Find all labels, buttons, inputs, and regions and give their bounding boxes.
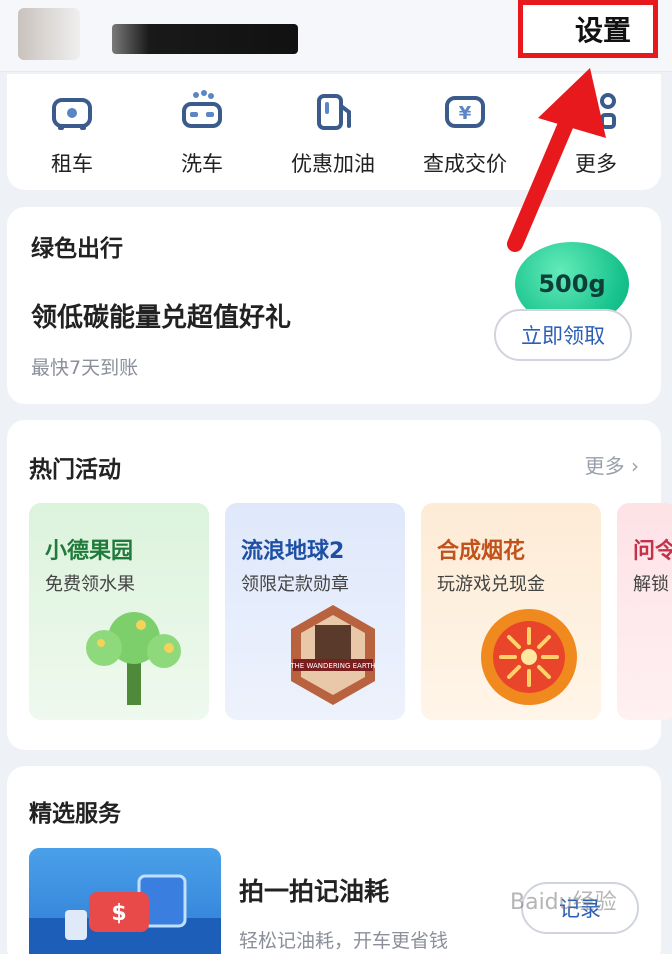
- quick-item-more[interactable]: 更多: [541, 88, 651, 178]
- green-travel-card[interactable]: 绿色出行 领低碳能量兑超值好礼 最快7天到账 500g 立即领取: [7, 207, 661, 404]
- activity-card-fireworks[interactable]: 合成烟花 玩游戏兑现金: [421, 503, 601, 720]
- activity-subtitle: 解锁: [633, 574, 669, 595]
- fuel-record-illustration-icon: $: [29, 874, 221, 954]
- fruit-tree-icon: [86, 612, 181, 705]
- quick-item-label: 查成交价: [423, 152, 507, 176]
- watermark: Baidu经验: [510, 890, 617, 915]
- username-redacted: [112, 24, 298, 54]
- car-wash-icon: [182, 90, 222, 128]
- header-bar: 设置: [0, 0, 672, 72]
- activity-card-partial[interactable]: 问令 解锁: [617, 503, 672, 720]
- service-title: 拍一拍记油耗: [239, 877, 390, 906]
- hot-activities-more-link[interactable]: 更多 ›: [585, 450, 639, 479]
- quick-item-label: 租车: [51, 152, 93, 176]
- activity-card-wandering-earth[interactable]: 流浪地球2 领限定款勋章 THE WANDERING EARTH: [225, 503, 405, 720]
- medal-icon: THE WANDERING EARTH: [289, 605, 376, 705]
- activity-title: 问令: [633, 539, 672, 564]
- activity-subtitle: 玩游戏兑现金: [437, 574, 545, 595]
- quick-item-car-rental[interactable]: 租车: [17, 88, 127, 178]
- selected-services-card: 精选服务 $ 拍一拍记油耗 轻松记油耗，开车更省钱 记录: [7, 766, 661, 954]
- green-travel-subtitle: 最快7天到账: [31, 357, 139, 379]
- activity-title: 小德果园: [45, 539, 134, 564]
- quick-item-label: 优惠加油: [291, 152, 375, 176]
- quick-item-label: 更多: [575, 152, 617, 176]
- selected-services-title: 精选服务: [29, 801, 121, 827]
- more-grid-icon: [600, 93, 616, 129]
- activity-subtitle: 领限定款勋章: [241, 574, 349, 595]
- quick-item-price[interactable]: ¥ 查成交价: [410, 88, 520, 178]
- activity-subtitle: 免费领水果: [45, 574, 135, 595]
- hot-activities-title: 热门活动: [29, 457, 121, 483]
- activity-title: 合成烟花: [437, 539, 526, 564]
- settings-button[interactable]: 设置: [518, 0, 658, 58]
- quick-item-car-wash[interactable]: 洗车: [147, 88, 257, 178]
- service-subtitle: 轻松记油耗，开车更省钱: [239, 930, 449, 952]
- car-rental-icon: [52, 98, 92, 130]
- firework-icon: [481, 609, 577, 705]
- price-car-icon: ¥: [445, 96, 485, 128]
- more-label: 更多: [584, 454, 625, 478]
- quick-services-card: 租车 洗车 优惠加油 ¥ 查成交价 更多: [7, 74, 661, 190]
- fuel-record-image[interactable]: $: [29, 848, 221, 954]
- green-travel-headline: 领低碳能量兑超值好礼: [31, 303, 292, 333]
- avatar[interactable]: [18, 8, 80, 60]
- fuel-pump-icon: [317, 94, 351, 130]
- activity-title: 流浪地球2: [241, 539, 345, 564]
- hot-activities-card: 热门活动 更多 › 小德果园 免费领水果 流浪地球2 领限定款勋章 THE WA…: [7, 420, 672, 750]
- poster-text: THE WANDERING EARTH: [289, 662, 375, 670]
- green-travel-title: 绿色出行: [31, 236, 123, 262]
- svg-text:¥: ¥: [459, 103, 472, 124]
- chevron-right-icon: ›: [631, 454, 639, 478]
- activity-card-orchard[interactable]: 小德果园 免费领水果: [29, 503, 209, 720]
- quick-item-label: 洗车: [181, 152, 223, 176]
- svg-text:$: $: [111, 901, 126, 926]
- quick-item-fuel[interactable]: 优惠加油: [278, 88, 388, 178]
- claim-button[interactable]: 立即领取: [494, 309, 632, 361]
